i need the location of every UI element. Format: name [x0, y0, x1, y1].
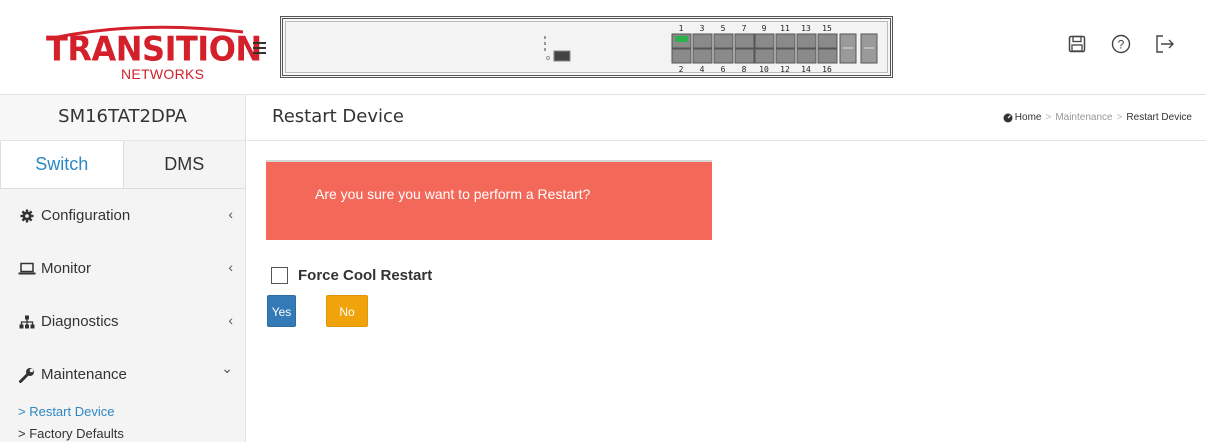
port-12: [775, 48, 796, 64]
switch-ports-graphic: 12345678910111213141516: [544, 24, 878, 74]
breadcrumb-home-label: Home: [1014, 112, 1042, 123]
switch-port-panel: 1 2 3 4 5 6 7 8 9 10 11 12 13 14 15 16: [280, 16, 893, 78]
sidebar: SM16TAT2DPA Switch DMS Configuration ‹ M…: [0, 95, 246, 442]
port-5: [713, 33, 734, 49]
breadcrumb: Home > Maintenance > Restart Device: [1003, 112, 1192, 123]
sidebar-subitem-factory-defaults[interactable]: > Factory Defaults: [0, 423, 245, 442]
port-7: [734, 33, 755, 49]
force-cool-restart-checkbox[interactable]: [271, 267, 288, 284]
port-label-bottom: 8: [742, 65, 747, 74]
sidebar-item-label: Diagnostics: [41, 313, 119, 330]
force-cool-restart-label: Force Cool Restart: [298, 267, 433, 284]
force-cool-restart-row: Force Cool Restart: [271, 267, 432, 284]
page-header: Restart Device Home > Maintenance > Rest…: [247, 95, 1206, 141]
gear-icon: [18, 207, 36, 225]
tab-switch[interactable]: Switch: [0, 141, 124, 188]
port-3: [692, 33, 713, 49]
header-actions: ?: [1066, 33, 1176, 55]
port-label-bottom: 4: [700, 65, 705, 74]
port-2: [671, 48, 692, 64]
no-button[interactable]: No: [326, 295, 368, 327]
tab-dms[interactable]: DMS: [124, 141, 246, 188]
sidebar-item-maintenance[interactable]: Maintenance ⌄: [0, 348, 245, 401]
logo-subtext: NETWORKS: [121, 66, 205, 82]
port-label-top: 13: [801, 24, 811, 33]
wrench-icon: [18, 366, 36, 384]
port-label-bottom: 16: [822, 65, 832, 74]
port-9: [754, 33, 775, 49]
save-icon[interactable]: [1066, 33, 1088, 55]
port-label-top: 5: [721, 24, 726, 33]
breadcrumb-separator: >: [1116, 112, 1123, 123]
breadcrumb-maintenance[interactable]: Maintenance: [1055, 112, 1112, 123]
port-label-top: 7: [742, 24, 747, 33]
port-label-top: 15: [822, 24, 832, 33]
port-4: [692, 48, 713, 64]
port-15: [817, 33, 838, 49]
port-label-top: 9: [762, 24, 767, 33]
port-label-top: 11: [780, 24, 790, 33]
rj45-ports-9-16: [754, 33, 838, 64]
laptop-icon: [18, 260, 36, 278]
chevron-down-icon: ⌄: [221, 360, 233, 376]
port-14: [796, 48, 817, 64]
port-label-bottom: 2: [679, 65, 684, 74]
svg-text:?: ?: [1118, 38, 1125, 52]
main-content: Restart Device Home > Maintenance > Rest…: [247, 95, 1206, 442]
port-label-top: 1: [679, 24, 684, 33]
logout-icon[interactable]: [1154, 33, 1176, 55]
page-title: Restart Device: [272, 106, 404, 127]
device-name: SM16TAT2DPA: [0, 95, 245, 141]
chevron-left-icon: ‹: [228, 259, 233, 275]
console-port-icon: [544, 36, 571, 62]
port-11: [775, 33, 796, 49]
port-link-led: [675, 36, 688, 42]
breadcrumb-current: Restart Device: [1126, 112, 1192, 123]
port-6: [713, 48, 734, 64]
yes-button[interactable]: Yes: [267, 295, 296, 327]
port-8: [734, 48, 755, 64]
port-label-bottom: 10: [759, 65, 769, 74]
sidebar-item-monitor[interactable]: Monitor ‹: [0, 242, 245, 295]
app-root: TRANSITION NETWORKS 1 2 3 4 5 6 7 8 9 10…: [0, 0, 1206, 442]
menu-toggle-icon[interactable]: [253, 42, 266, 54]
switch-faceplate: 1 2 3 4 5 6 7 8 9 10 11 12 13 14 15 16: [285, 21, 888, 74]
port-13: [796, 33, 817, 49]
sidebar-item-label: Monitor: [41, 260, 92, 277]
port-label-top: 3: [700, 24, 705, 33]
breadcrumb-separator: >: [1045, 112, 1052, 123]
sidebar-item-label: Configuration: [41, 207, 131, 224]
logo-text: TRANSITION: [46, 29, 262, 69]
sidebar-subitem-restart-device[interactable]: > Restart Device: [0, 401, 245, 423]
home-dashboard-icon: [1003, 113, 1013, 122]
port-label-bottom: 6: [721, 65, 726, 74]
port-label-bottom: 12: [780, 65, 790, 74]
top-bar: TRANSITION NETWORKS 1 2 3 4 5 6 7 8 9 10…: [0, 0, 1206, 95]
rj45-ports-1-8: [671, 33, 755, 64]
brand-logo[interactable]: TRANSITION NETWORKS: [18, 10, 262, 94]
chevron-left-icon: ‹: [228, 206, 233, 222]
chevron-left-icon: ‹: [228, 312, 233, 328]
port-10: [754, 48, 775, 64]
sidebar-item-label: Maintenance: [41, 366, 127, 383]
sfp-ports: [839, 33, 878, 64]
restart-confirm-alert: Are you sure you want to perform a Resta…: [266, 160, 712, 240]
help-icon[interactable]: ?: [1110, 33, 1132, 55]
alert-message: Are you sure you want to perform a Resta…: [315, 186, 591, 202]
breadcrumb-home[interactable]: Home: [1003, 112, 1042, 123]
sitemap-icon: [18, 313, 36, 331]
sidebar-tabs: Switch DMS: [0, 141, 245, 189]
port-16: [817, 48, 838, 64]
port-label-bottom: 14: [801, 65, 811, 74]
sidebar-item-diagnostics[interactable]: Diagnostics ‹: [0, 295, 245, 348]
sidebar-item-configuration[interactable]: Configuration ‹: [0, 189, 245, 242]
